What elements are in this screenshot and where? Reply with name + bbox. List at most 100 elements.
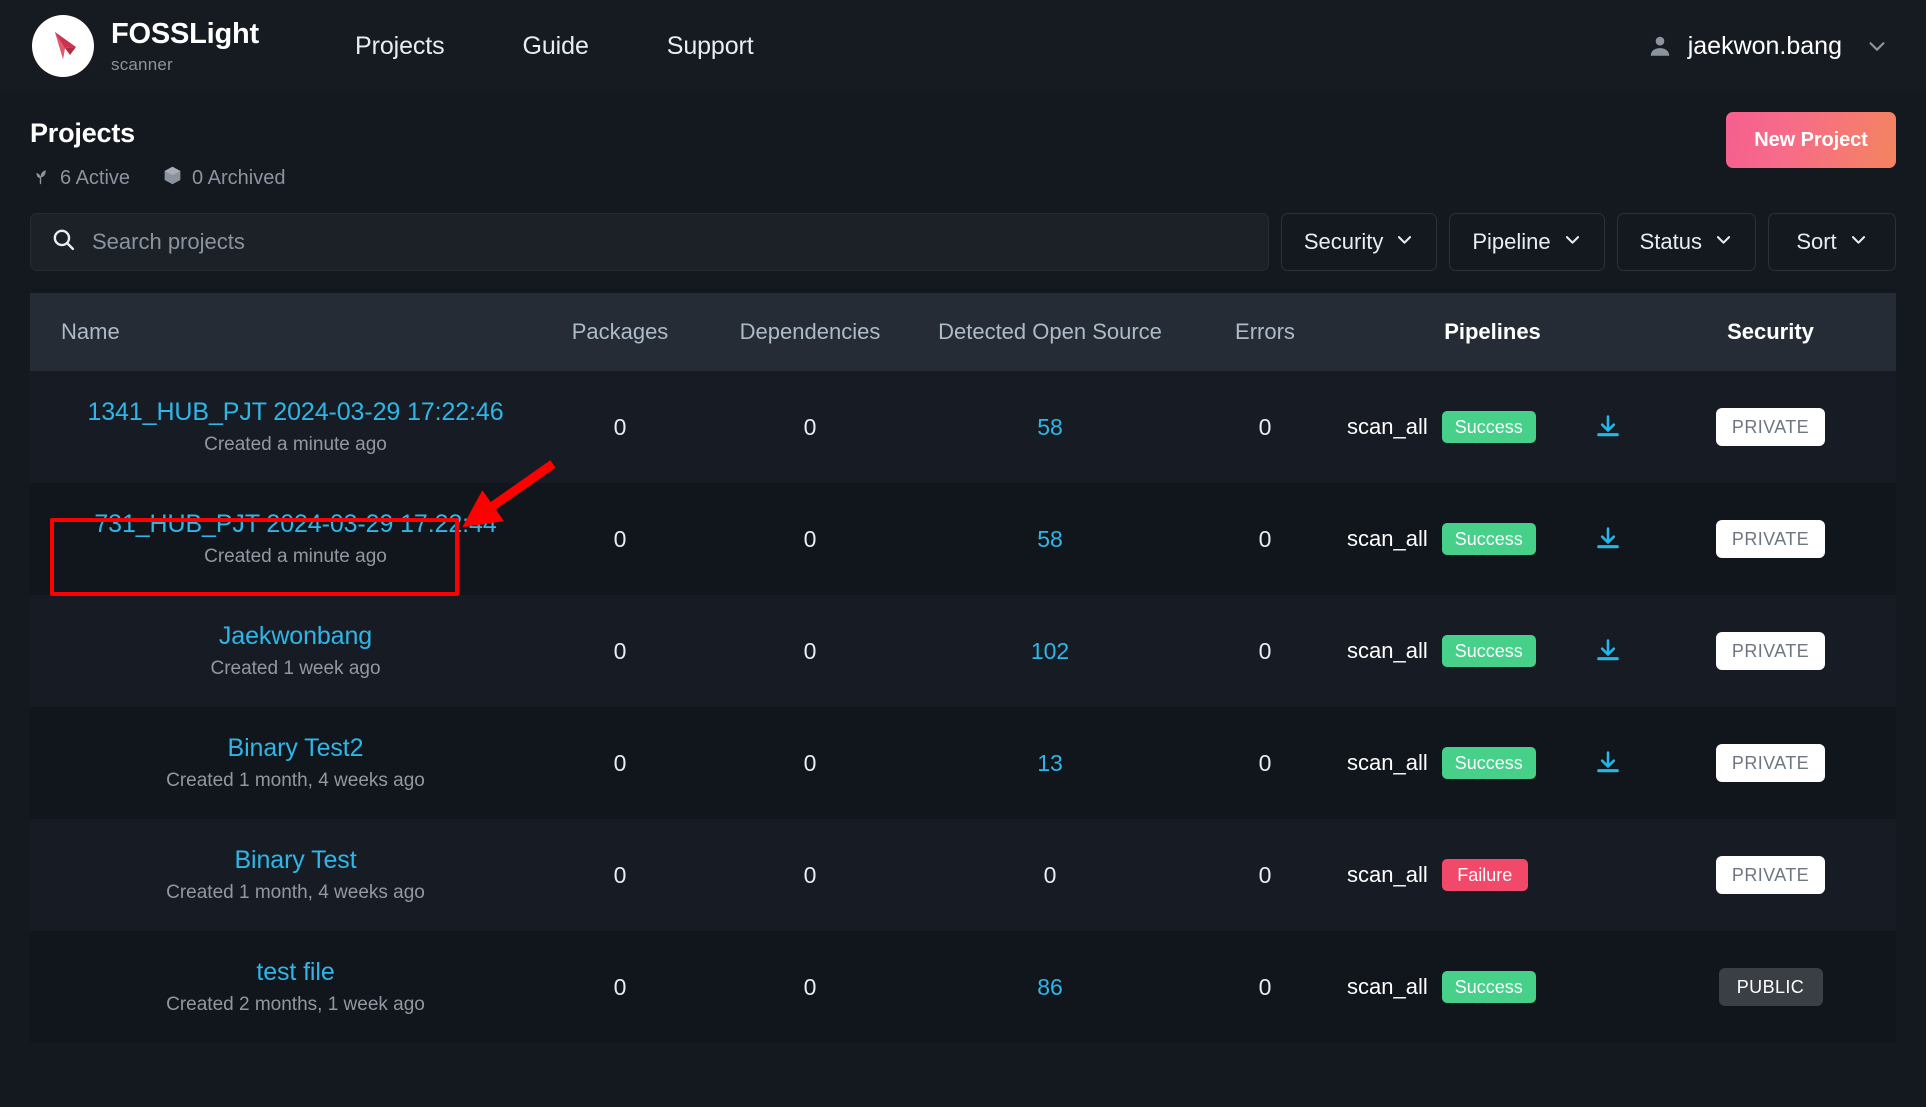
- table-row[interactable]: 1341_HUB_PJT 2024-03-29 17:22:46 Created …: [30, 371, 1896, 483]
- download-icon[interactable]: [1594, 637, 1622, 665]
- packages-value: 0: [613, 749, 627, 776]
- nav-link-support[interactable]: Support: [667, 32, 754, 61]
- table-row[interactable]: 731_HUB_PJT 2024-03-29 17:22:44 Created a…: [30, 483, 1896, 595]
- table-row[interactable]: test file Created 2 months, 1 week ago 0 0 8…: [30, 931, 1896, 1043]
- table-row[interactable]: Jaekwonbang Created 1 week ago 0 0 102 0 scan_…: [30, 595, 1896, 707]
- packages-value: 0: [613, 525, 627, 552]
- chevron-down-icon: [1714, 229, 1733, 255]
- errors-value: 0: [1258, 413, 1272, 440]
- project-name-link[interactable]: Jaekwonbang: [219, 622, 372, 651]
- detected-open-source-value: 0: [1043, 861, 1057, 888]
- chevron-down-icon: [1849, 229, 1868, 255]
- chevron-down-icon: [1866, 35, 1888, 57]
- dependencies-value: 0: [803, 749, 817, 776]
- cell-detected-open-source: 13: [910, 707, 1190, 819]
- brand-title: FOSSLight: [111, 17, 260, 50]
- stat-archived-label: 0 Archived: [192, 166, 286, 189]
- packages-value: 0: [613, 637, 627, 664]
- errors-value: 0: [1258, 861, 1272, 888]
- column-header-detected-open-source[interactable]: Detected Open Source: [910, 293, 1190, 371]
- pipeline-status-badge[interactable]: Success: [1441, 411, 1536, 443]
- cell-errors: 0: [1190, 595, 1340, 707]
- project-name-link[interactable]: Binary Test2: [228, 734, 364, 763]
- pipeline-status-badge[interactable]: Failure: [1441, 859, 1528, 891]
- project-name-link[interactable]: Binary Test: [234, 846, 356, 875]
- cell-packages: 0: [530, 483, 710, 595]
- project-name-link[interactable]: 731_HUB_PJT 2024-03-29 17:22:44: [94, 510, 496, 539]
- column-header-errors[interactable]: Errors: [1190, 293, 1340, 371]
- cell-project-name: 1341_HUB_PJT 2024-03-29 17:22:46 Created …: [30, 371, 530, 483]
- cell-dependencies: 0: [710, 483, 910, 595]
- project-created-text: Created 1 month, 4 weeks ago: [166, 882, 425, 903]
- user-name: jaekwon.bang: [1687, 31, 1842, 60]
- cell-packages: 0: [530, 819, 710, 931]
- cell-project-name: 731_HUB_PJT 2024-03-29 17:22:44 Created a…: [30, 483, 530, 595]
- main-nav-links: Projects Guide Support: [355, 32, 754, 61]
- pipeline-name: scan_all: [1347, 862, 1428, 887]
- filter-pipeline-dropdown[interactable]: Pipeline: [1449, 213, 1605, 271]
- column-header-security[interactable]: Security: [1645, 293, 1896, 371]
- pipeline-status-badge[interactable]: Success: [1441, 971, 1536, 1003]
- nav-link-projects[interactable]: Projects: [355, 32, 445, 61]
- brand[interactable]: FOSSLight scanner: [32, 15, 259, 77]
- project-name-link[interactable]: test file: [256, 958, 334, 987]
- table-header-row: Name Packages Dependencies Detected Open…: [30, 293, 1896, 371]
- security-visibility-badge: PRIVATE: [1715, 856, 1826, 894]
- table-row[interactable]: Binary Test2 Created 1 month, 4 weeks ago…: [30, 707, 1896, 819]
- nav-link-guide[interactable]: Guide: [523, 32, 589, 61]
- column-header-packages[interactable]: Packages: [530, 293, 710, 371]
- user-menu[interactable]: jaekwon.bang: [1647, 32, 1896, 61]
- detected-open-source-value[interactable]: 13: [1037, 750, 1063, 776]
- cell-errors: 0: [1190, 819, 1340, 931]
- filter-status-dropdown[interactable]: Status: [1616, 213, 1756, 271]
- cell-pipelines: scan_all Success: [1340, 595, 1645, 707]
- chevron-down-icon: [1563, 229, 1582, 255]
- cell-security: PUBLIC: [1645, 931, 1896, 1043]
- project-created-text: Created a minute ago: [204, 434, 387, 455]
- cell-errors: 0: [1190, 483, 1340, 595]
- pipeline-status-badge[interactable]: Success: [1441, 747, 1536, 779]
- cell-pipelines: scan_all Success: [1340, 707, 1645, 819]
- detected-open-source-value[interactable]: 102: [1031, 638, 1069, 664]
- new-project-button[interactable]: New Project: [1726, 112, 1896, 168]
- pipeline-name: scan_all: [1347, 414, 1428, 439]
- pipeline-name: scan_all: [1347, 750, 1428, 775]
- column-header-name[interactable]: Name: [30, 293, 530, 371]
- detected-open-source-value[interactable]: 58: [1037, 526, 1063, 552]
- filter-toolbar: Security Pipeline Status Sort: [0, 191, 1926, 271]
- cell-errors: 0: [1190, 371, 1340, 483]
- download-icon[interactable]: [1594, 749, 1622, 777]
- cell-dependencies: 0: [710, 371, 910, 483]
- packages-value: 0: [613, 861, 627, 888]
- filter-sort-dropdown[interactable]: Sort: [1768, 213, 1896, 271]
- dependencies-value: 0: [803, 525, 817, 552]
- project-created-text: Created a minute ago: [204, 546, 387, 567]
- pipeline-name: scan_all: [1347, 638, 1428, 663]
- detected-open-source-value[interactable]: 86: [1037, 974, 1063, 1000]
- filter-security-dropdown[interactable]: Security: [1280, 213, 1438, 271]
- search-input[interactable]: [92, 229, 1248, 255]
- projects-table: Name Packages Dependencies Detected Open…: [30, 293, 1896, 1043]
- table-row[interactable]: Binary Test Created 1 month, 4 weeks ago 0…: [30, 819, 1896, 931]
- cell-pipelines: scan_all Success: [1340, 483, 1645, 595]
- security-visibility-badge: PRIVATE: [1715, 744, 1826, 782]
- project-name-link[interactable]: 1341_HUB_PJT 2024-03-29 17:22:46: [87, 398, 503, 427]
- table-body: 1341_HUB_PJT 2024-03-29 17:22:46 Created …: [30, 371, 1896, 1043]
- download-icon[interactable]: [1594, 525, 1622, 553]
- column-header-pipelines[interactable]: Pipelines: [1340, 293, 1645, 371]
- cell-security: PRIVATE: [1645, 483, 1896, 595]
- pipeline-status-badge[interactable]: Success: [1441, 635, 1536, 667]
- cell-project-name: Binary Test2 Created 1 month, 4 weeks ago: [30, 707, 530, 819]
- download-icon[interactable]: [1594, 413, 1622, 441]
- detected-open-source-value[interactable]: 58: [1037, 414, 1063, 440]
- packages-value: 0: [613, 973, 627, 1000]
- sprout-icon: [30, 165, 51, 191]
- column-header-dependencies[interactable]: Dependencies: [710, 293, 910, 371]
- pipeline-name: scan_all: [1347, 974, 1428, 999]
- person-icon: [1647, 33, 1673, 59]
- dependencies-value: 0: [803, 861, 817, 888]
- search-box[interactable]: [30, 213, 1269, 271]
- pipeline-status-badge[interactable]: Success: [1441, 523, 1536, 555]
- cell-errors: 0: [1190, 707, 1340, 819]
- search-icon: [51, 227, 76, 257]
